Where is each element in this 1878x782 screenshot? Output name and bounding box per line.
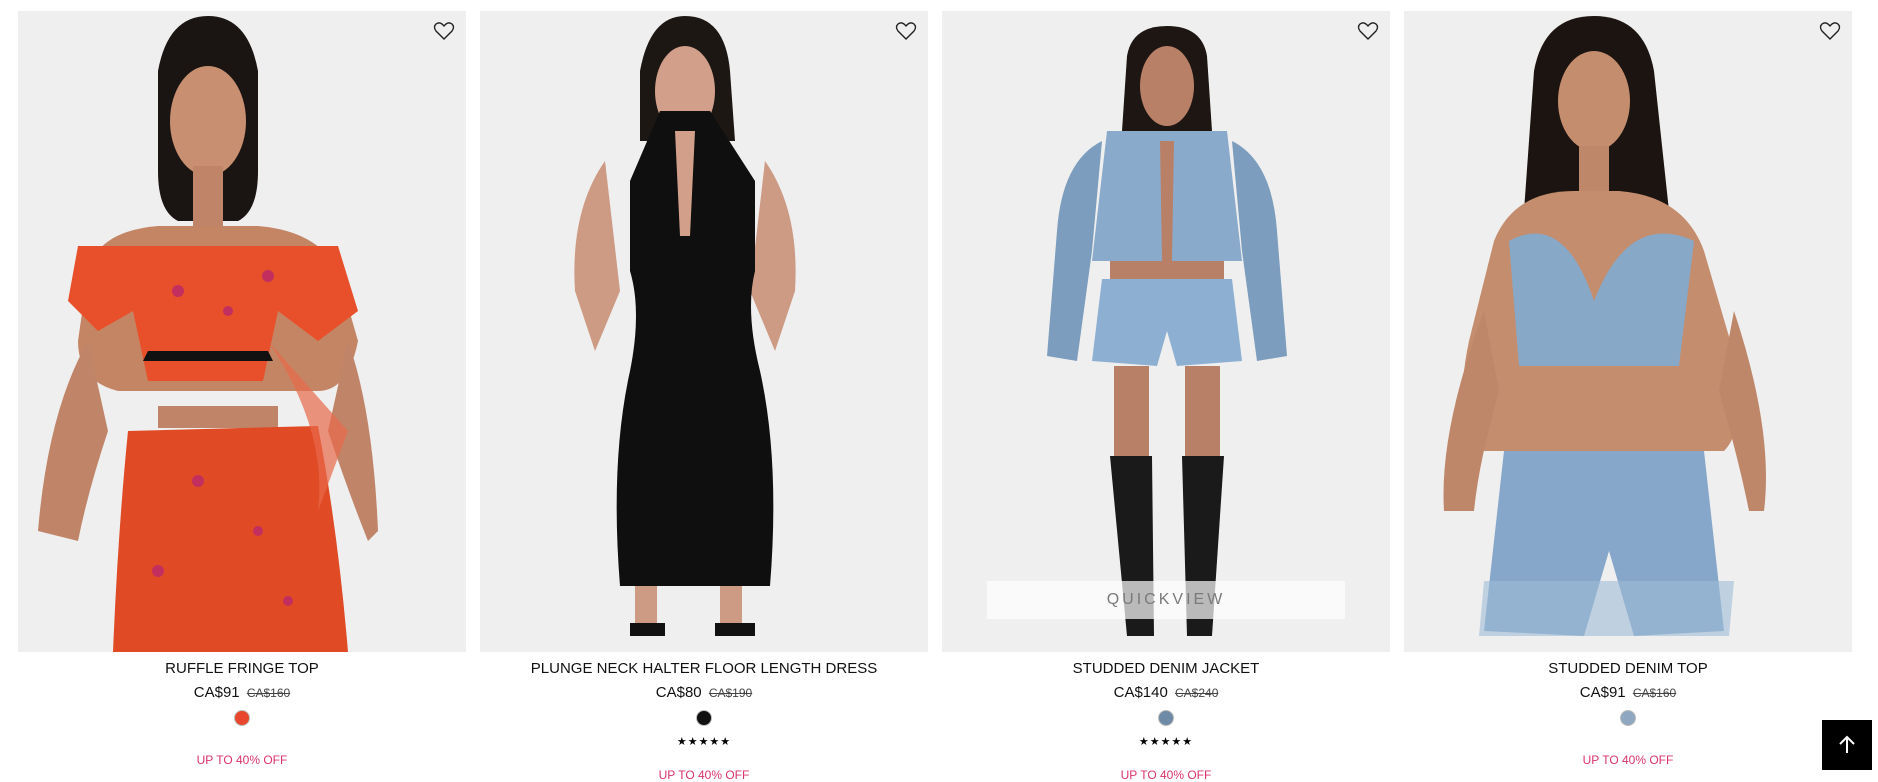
- rating-stars: ★★★★★: [676, 736, 732, 748]
- sale-price: CA$80: [655, 684, 702, 701]
- color-swatch[interactable]: [1158, 710, 1174, 726]
- promo-text: UP TO 40% OFF: [658, 768, 750, 782]
- original-price: CA$190: [708, 686, 753, 700]
- product-card: QUICKVIEW STUDDED DENIM JACKET CA$140 CA…: [942, 11, 1390, 782]
- promo-text: UP TO 40% OFF: [1120, 768, 1212, 782]
- heart-outline-icon[interactable]: [1818, 19, 1842, 43]
- original-price: CA$160: [1632, 686, 1677, 700]
- product-image[interactable]: [18, 11, 466, 652]
- original-price: CA$240: [1175, 686, 1219, 700]
- product-name[interactable]: STUDDED DENIM JACKET: [942, 660, 1390, 677]
- promo-text: UP TO 40% OFF: [1582, 753, 1674, 767]
- color-swatch[interactable]: [1620, 710, 1636, 726]
- rating-stars: ★★★★★: [1138, 736, 1194, 748]
- product-name[interactable]: STUDDED DENIM TOP: [1404, 660, 1852, 677]
- promo-text: UP TO 40% OFF: [196, 753, 288, 767]
- heart-outline-icon[interactable]: [432, 19, 456, 43]
- product-card: PLUNGE NECK HALTER FLOOR LENGTH DRESS CA…: [480, 11, 928, 782]
- model-photo: [18, 11, 466, 652]
- product-price: CA$91 CA$160: [18, 684, 466, 701]
- sale-price: CA$91: [1579, 684, 1626, 701]
- product-price: CA$80 CA$190: [480, 684, 928, 701]
- product-name[interactable]: PLUNGE NECK HALTER FLOOR LENGTH DRESS: [480, 660, 928, 677]
- arrow-up-icon: [1839, 735, 1855, 753]
- product-image[interactable]: QUICKVIEW: [942, 11, 1390, 652]
- quickview-button[interactable]: QUICKVIEW: [987, 581, 1345, 619]
- product-name[interactable]: RUFFLE FRINGE TOP: [18, 660, 466, 677]
- model-photo: [942, 11, 1390, 652]
- product-price: CA$91 CA$160: [1404, 684, 1852, 701]
- color-swatch[interactable]: [234, 710, 250, 726]
- product-price: CA$140 CA$240: [942, 684, 1390, 701]
- color-swatches: [18, 710, 466, 726]
- model-photo: [1404, 11, 1852, 652]
- sale-price: CA$140: [1113, 684, 1168, 701]
- color-swatch[interactable]: [696, 710, 712, 726]
- product-card: RUFFLE FRINGE TOP CA$91 CA$160 UP TO 40%…: [18, 11, 466, 770]
- heart-outline-icon[interactable]: [894, 19, 918, 43]
- original-price: CA$160: [246, 686, 291, 700]
- model-photo: [480, 11, 928, 652]
- product-image[interactable]: [480, 11, 928, 652]
- color-swatches: [1404, 710, 1852, 726]
- product-image[interactable]: [1404, 11, 1852, 652]
- sale-price: CA$91: [193, 684, 240, 701]
- product-card: STUDDED DENIM TOP CA$91 CA$160 UP TO 40%…: [1404, 11, 1852, 770]
- product-grid: RUFFLE FRINGE TOP CA$91 CA$160 UP TO 40%…: [18, 11, 1852, 782]
- heart-outline-icon[interactable]: [1356, 19, 1380, 43]
- back-to-top-button[interactable]: [1822, 720, 1872, 770]
- color-swatches: [480, 710, 928, 726]
- color-swatches: [942, 710, 1390, 726]
